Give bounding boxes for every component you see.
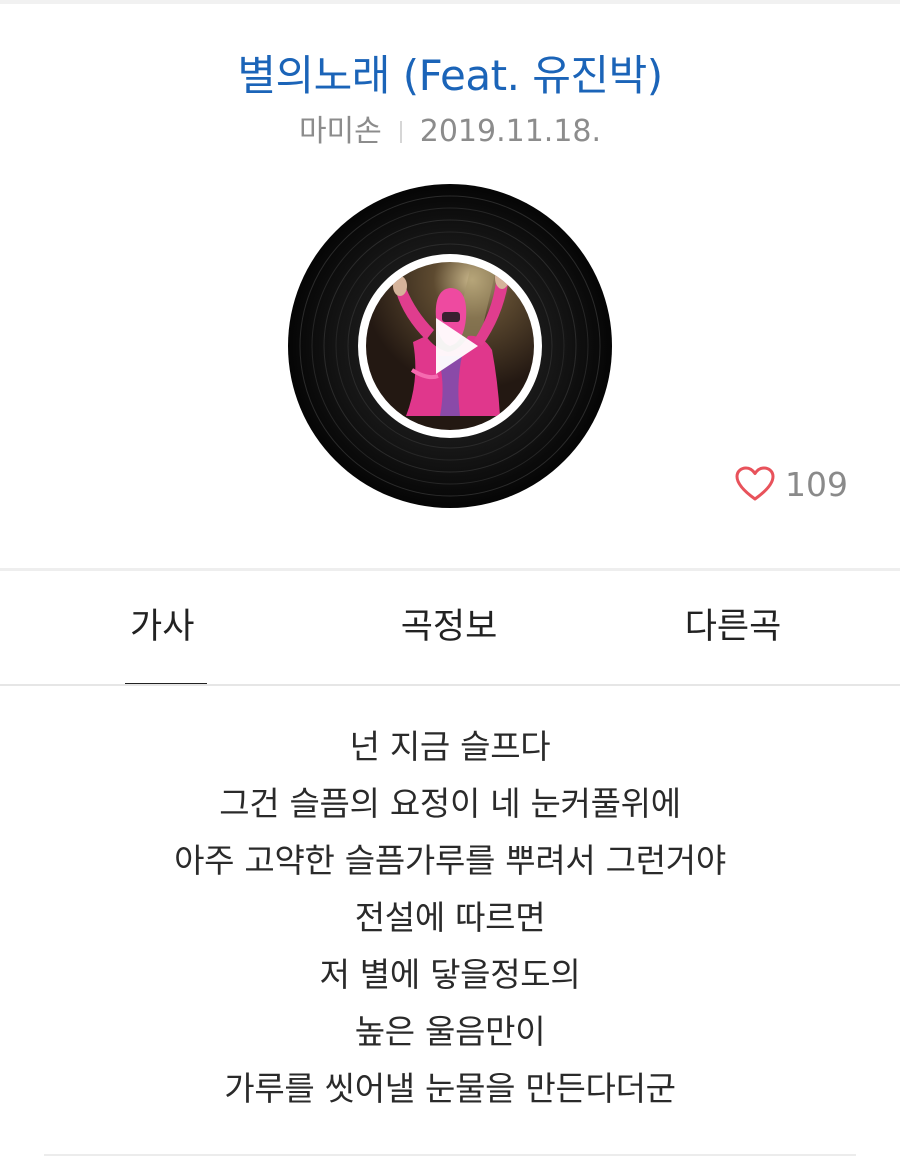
lyrics: 넌 지금 슬프다 그건 슬픔의 요정이 네 눈커풀위에 아주 고약한 슬픔가루를… [0, 718, 900, 1117]
tab-label: 곡정보 [400, 607, 498, 647]
lyric-line: 높은 울음만이 [354, 1012, 546, 1051]
lyric-line: 넌 지금 슬프다 [349, 727, 551, 766]
song-title: 별의노래 (Feat. 유진박) [237, 51, 663, 100]
lyric-line: 가루를 씻어낼 눈물을 만든다더군 [224, 1069, 676, 1108]
lyric-line: 아주 고약한 슬픔가루를 뿌려서 그런거야 [174, 841, 726, 880]
release-date: 2019.11.18. [419, 114, 602, 149]
like-button[interactable]: 109 [735, 460, 848, 508]
meta-separator [399, 121, 402, 143]
vinyl-record [288, 184, 612, 508]
tabs-divider [0, 684, 900, 686]
tab-label: 다른곡 [684, 607, 782, 647]
like-count: 109 [785, 464, 848, 504]
vinyl-player[interactable] [288, 184, 612, 508]
lyric-line: 그건 슬픔의 요정이 네 눈커풀위에 [219, 784, 681, 823]
tab-song-info[interactable]: 곡정보 [332, 571, 566, 684]
tab-other-songs[interactable]: 다른곡 [566, 571, 900, 684]
bottom-divider [44, 1154, 856, 1156]
heart-outline-icon [735, 466, 775, 501]
artist-name[interactable]: 마미손 [299, 114, 382, 149]
song-meta: 마미손 2019.11.18. [0, 110, 900, 154]
tab-label: 가사 [130, 607, 195, 647]
top-divider [0, 0, 900, 4]
lyric-line: 저 별에 닿을정도의 [319, 955, 581, 994]
tab-lyrics[interactable]: 가사 [0, 571, 332, 686]
lyric-line: 전설에 따르면 [354, 898, 546, 937]
tab-bar: 가사 곡정보 다른곡 [0, 571, 900, 686]
